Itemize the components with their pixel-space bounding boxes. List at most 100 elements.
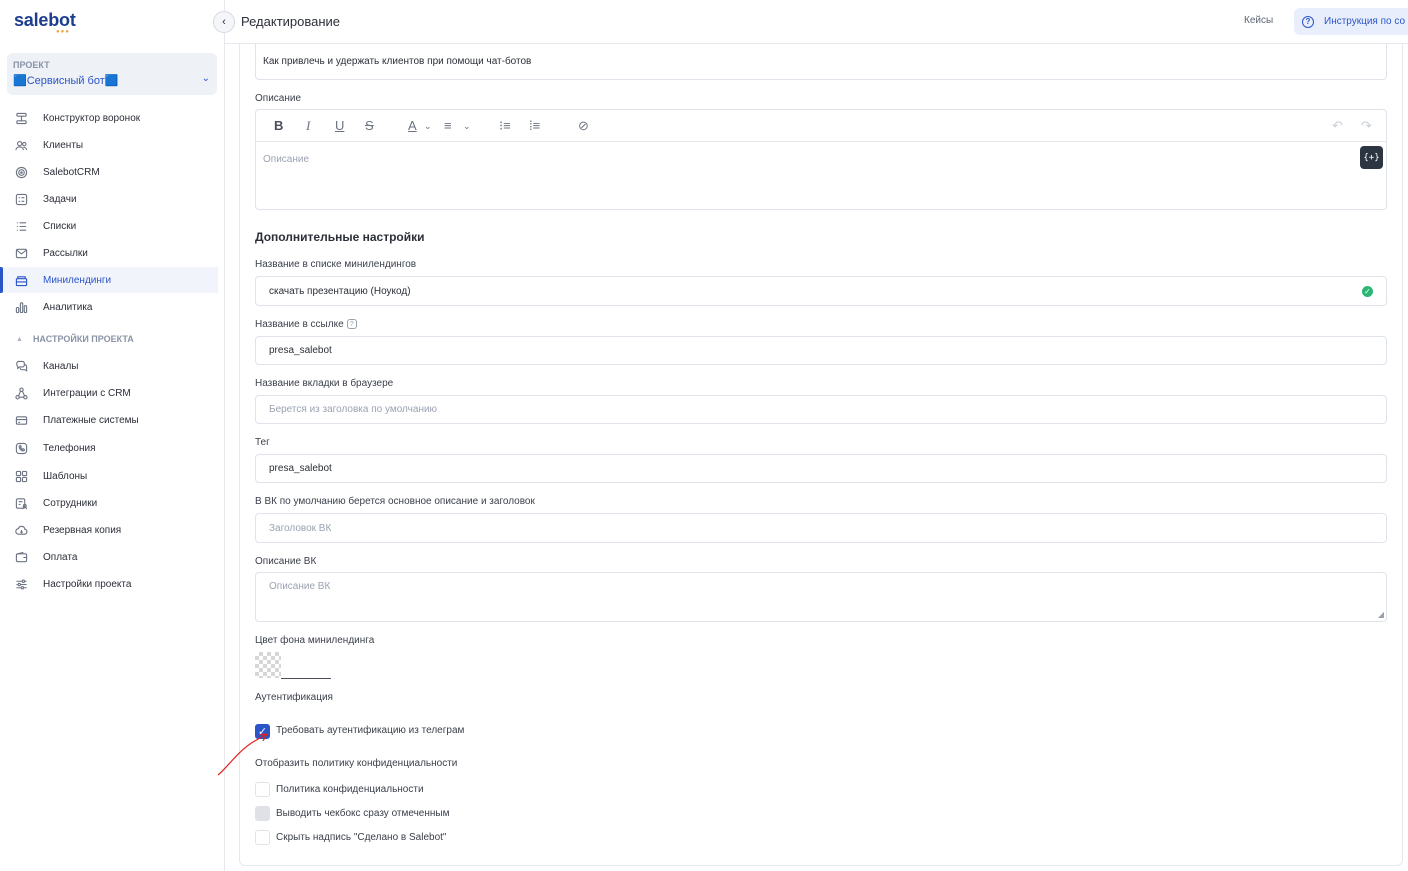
redo-icon[interactable]: ↷ [1361,118,1372,134]
sidebar-item-label: Списки [43,220,77,232]
align-icon[interactable]: ≡ [444,118,452,133]
sidebar-item-label: Клиенты [43,139,84,151]
link-icon[interactable]: ⊘ [578,118,589,134]
sidebar-item-label: Телефония [43,442,96,454]
logo-dots: ●●● [56,29,70,35]
sidebar-item-label: Задачи [43,193,77,205]
check-circle-icon: ✓ [1362,286,1373,297]
sidebar-item-label: Каналы [43,360,79,372]
sidebar-item-label: Шаблоны [43,470,88,482]
link-name-label-text: Название в ссылке [255,319,344,330]
tab-name-input[interactable]: Берется из заголовка по умолчанию [255,395,1387,424]
sidebar-item-staff[interactable]: Сотрудники [0,490,218,516]
sidebar-item-analytics[interactable]: Аналитика [0,294,218,320]
templates-icon [14,469,28,483]
bg-color-swatch[interactable] [255,652,281,678]
privacy-policy-label[interactable]: Политика конфиденциальности [276,784,424,795]
sidebar-item-crm-integrations[interactable]: Интеграции с CRM [0,380,218,406]
staff-icon [14,496,28,510]
vk-description-label: Описание ВК [255,556,317,567]
tab-name-label: Название вкладки в браузере [255,378,394,389]
sidebar-item-label: Минилендинги [43,274,112,286]
funnel-icon [14,111,28,125]
bold-icon[interactable]: B [274,118,283,133]
strikethrough-icon[interactable]: S [365,118,374,133]
analytics-icon [14,300,28,314]
link-name-input[interactable]: presa_salebot [255,336,1387,365]
help-label: Инструкция по со [1324,16,1406,27]
extra-settings-title: Дополнительные настройки [255,230,425,244]
sidebar-item-backup[interactable]: Резервная копия [0,517,218,543]
chevron-down-icon[interactable]: ⌄ [424,121,432,132]
tag-label: Тег [255,437,270,448]
prechecked-label[interactable]: Выводить чекбокс сразу отмеченным [276,808,449,819]
chevron-down-icon[interactable]: ⌄ [463,121,471,132]
sidebar-item-templates[interactable]: Шаблоны [0,463,218,489]
sidebar-item-label: Платежные системы [43,414,139,426]
chevron-left-icon: ‹ [222,16,226,28]
sidebar-item-payment[interactable]: Оплата [0,544,218,570]
card-icon [14,413,28,427]
list-name-label: Название в списке минилендингов [255,259,417,270]
sidebar-item-funnels[interactable]: Конструктор воронок [0,105,218,131]
title-field[interactable]: Как привлечь и удержать клиентов при пом… [255,44,1387,80]
bg-color-label: Цвет фона минилендинга [255,635,375,646]
italic-icon[interactable]: I [306,118,310,134]
sidebar-item-crm[interactable]: SalebotCRM [0,159,218,185]
sidebar-item-tasks[interactable]: Задачи [0,186,218,212]
bullet-list-icon[interactable]: ⁝≡ [499,118,511,134]
help-tooltip-icon[interactable]: ? [346,319,357,330]
numbered-list-icon[interactable]: ⁞≡ [529,118,540,133]
salebot-logo[interactable]: salebot [14,10,76,31]
insert-variable-button[interactable]: {+} [1360,146,1383,169]
vk-title-input[interactable]: Заголовок ВК [255,513,1387,543]
editor-toolbar: B I U S A ⌄ ≡ ⌄ ⁝≡ ⁞≡ ⊘ ↶ ↷ [256,110,1386,142]
sidebar-item-payment-systems[interactable]: Платежные системы [0,407,218,433]
vk-description-textarea[interactable]: Описание ВК ◢ [255,572,1387,622]
vk-info-label: В ВК по умолчанию берется основное описа… [255,496,535,507]
underline-icon[interactable]: U [335,118,344,133]
project-selector[interactable]: ПРОЕКТ 🟦Сервисный бот🟦 ⌄ [7,53,217,95]
list-name-input[interactable]: скачать презентацию (Ноукод) ✓ [255,276,1387,306]
cloud-icon [14,523,28,537]
policy-section-label: Отобразить политику конфиденциальности [255,758,458,769]
settings-section-toggle[interactable]: ▲ НАСТРОЙКИ ПРОЕКТА [16,334,134,344]
sidebar-item-lists[interactable]: Списки [0,213,218,239]
hide-made-in-label[interactable]: Скрыть надпись "Сделано в Salebot" [276,832,446,843]
phone-icon [14,441,28,455]
list-icon [14,219,28,233]
question-icon: ? [1302,15,1314,28]
sidebar-item-clients[interactable]: Клиенты [0,132,218,158]
sidebar-item-landings[interactable]: Минилендинги [0,267,218,293]
description-editor[interactable]: B I U S A ⌄ ≡ ⌄ ⁝≡ ⁞≡ ⊘ ↶ ↷ Описание {+} [255,109,1387,210]
cases-link[interactable]: Кейсы [1244,15,1273,26]
sidebar: salebot ●●● ПРОЕКТ 🟦Сервисный бот🟦 ⌄ Кон… [0,0,225,871]
settings-section-title: НАСТРОЙКИ ПРОЕКТА [32,334,134,344]
chevron-down-icon: ⌄ [201,73,210,84]
auth-checkbox-label[interactable]: Требовать аутентификацию из телеграм [276,725,464,736]
undo-icon[interactable]: ↶ [1332,118,1343,134]
sidebar-item-telephony[interactable]: Телефония [0,435,218,461]
hide-made-in-checkbox[interactable] [255,830,270,845]
sidebar-item-label: Аналитика [43,301,93,313]
prechecked-checkbox[interactable] [255,806,270,821]
sidebar-item-label: Оплата [43,551,78,563]
project-caption: ПРОЕКТ [13,60,50,70]
resize-handle-icon[interactable]: ◢ [1378,610,1384,619]
sidebar-item-project-settings[interactable]: Настройки проекта [0,571,218,597]
sidebar-item-label: Интеграции с CRM [43,387,131,399]
collapse-sidebar-button[interactable]: ‹ [213,11,235,33]
page-title: Редактирование [241,14,341,29]
privacy-policy-checkbox[interactable] [255,782,270,797]
help-instruction-button[interactable]: ? Инструкция по со [1294,8,1408,35]
sidebar-item-label: Резервная копия [43,524,122,536]
tag-input[interactable]: presa_salebot [255,454,1387,483]
mail-icon [14,246,28,260]
sidebar-item-label: SalebotCRM [43,166,100,178]
sidebar-item-broadcasts[interactable]: Рассылки [0,240,218,266]
integrations-icon [14,386,28,400]
sidebar-item-channels[interactable]: Каналы [0,353,218,379]
text-color-icon[interactable]: A [408,118,417,133]
top-bar: ‹ Редактирование Кейсы ? Инструкция по с… [213,0,1408,44]
color-underline [281,678,331,679]
